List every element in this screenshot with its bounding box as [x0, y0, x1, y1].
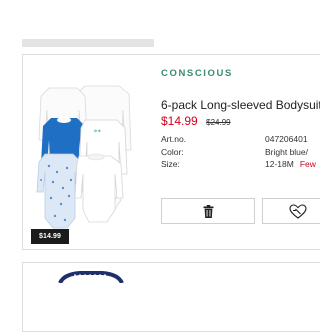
delete-button[interactable]	[161, 198, 255, 224]
product-title[interactable]: 6-pack Long-sleeved Bodysuit	[161, 98, 320, 112]
stock-note: Few	[299, 159, 316, 169]
spec-value-size: 12-18M Few	[265, 159, 316, 169]
price-row: $14.99 $24.99	[161, 112, 231, 130]
spec-value: 047206401	[265, 134, 308, 144]
spec-label: Color:	[161, 146, 184, 157]
size-value: 12-18M	[265, 159, 294, 169]
brand-label: CONSCIOUS	[161, 68, 233, 79]
spec-value: Bright blue/	[265, 146, 308, 157]
placeholder-bar	[22, 39, 154, 47]
price-chip: $14.99	[31, 229, 69, 244]
spec-label: Art.no.	[161, 134, 187, 144]
price-current: $14.99	[161, 114, 198, 128]
price-old: $24.99	[206, 118, 231, 127]
favorite-button[interactable]	[262, 198, 320, 224]
svg-text:✿ ❀: ✿ ❀	[94, 129, 102, 133]
trash-icon	[203, 204, 213, 218]
next-product-image[interactable]	[58, 271, 124, 283]
spec-label: Size:	[161, 159, 180, 169]
heart-broken-icon	[288, 203, 307, 219]
product-image[interactable]: ✿ ❀	[33, 80, 143, 230]
